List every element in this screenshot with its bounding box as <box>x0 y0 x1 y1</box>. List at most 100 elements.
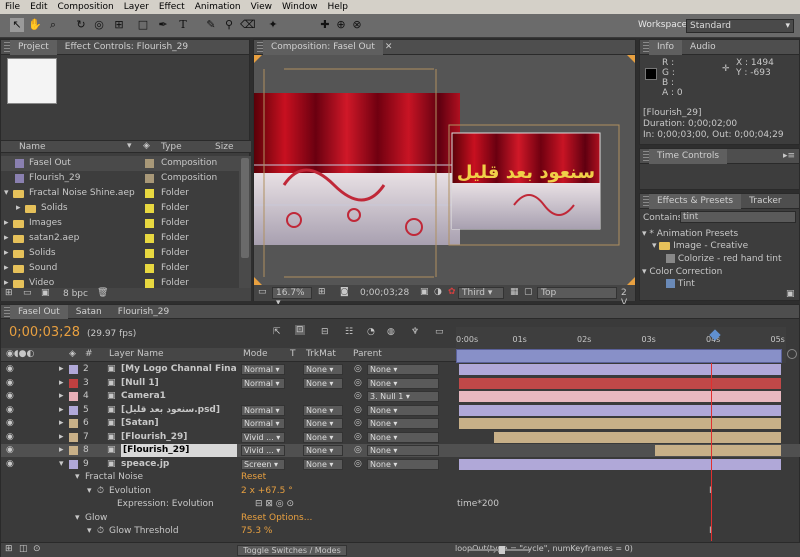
expand-arrow-icon[interactable]: ▾ <box>87 525 92 538</box>
pickwhip-icon[interactable]: ◎ <box>354 377 362 390</box>
comp-markers-icon[interactable]: ▭ <box>435 327 444 337</box>
trkmat-dropdown[interactable]: None ▾ <box>303 364 343 375</box>
column-name[interactable]: Name <box>19 142 46 152</box>
motion-blur-icon[interactable]: ◔ <box>367 327 375 337</box>
column-size[interactable]: Size <box>215 142 233 152</box>
pickwhip-icon[interactable]: ◎ <box>354 431 362 444</box>
property-value[interactable]: 75.3 % <box>241 525 272 538</box>
layer-duration-bar[interactable] <box>459 404 781 416</box>
pickwhip-icon[interactable]: ◎ <box>354 444 362 457</box>
parent-dropdown[interactable]: None ▾ <box>367 404 439 416</box>
menu-file[interactable]: File <box>0 2 25 12</box>
eye-icon[interactable]: ◉ <box>6 458 14 471</box>
new-folder-icon[interactable]: ▣ <box>786 289 795 299</box>
view-select[interactable]: Top <box>537 287 617 299</box>
label-color-swatch[interactable] <box>69 365 78 374</box>
layer-duration-bar[interactable] <box>655 445 781 456</box>
pickwhip-icon[interactable]: ◎ <box>354 458 362 471</box>
rgb-icon[interactable]: ✿ <box>448 287 456 297</box>
resolution-select[interactable]: Third ▾ <box>458 287 504 299</box>
preset-colorize[interactable]: Colorize - red hand tint <box>666 254 781 264</box>
region-icon[interactable]: ▢ <box>524 287 533 297</box>
expand-arrow-icon[interactable]: ▸ <box>59 444 64 457</box>
property-row[interactable]: ▾⏱Glow Threshold75.3 %I <box>1 525 800 538</box>
list-item[interactable]: ▸ Sound Folder <box>1 261 239 276</box>
pickwhip-icon[interactable]: ◎ <box>354 363 362 376</box>
eye-icon[interactable]: ◉ <box>6 390 14 403</box>
property-value[interactable]: Reset <box>241 512 266 525</box>
layer-duration-bar[interactable] <box>459 364 781 375</box>
camera-icon[interactable]: ▣ <box>420 287 429 297</box>
expand-arrow-icon[interactable]: ▸ <box>59 363 64 376</box>
parent-dropdown[interactable]: None ▾ <box>367 458 439 470</box>
graph-editor-icon[interactable]: ♆ <box>411 327 419 337</box>
toggle-switches-icon[interactable]: ⊞ <box>5 544 13 554</box>
column-parent[interactable]: Parent <box>353 349 382 359</box>
effect-tint[interactable]: Tint <box>666 279 695 289</box>
layer-row[interactable]: ◉ ▸ 7 ▣ [Flourish_29] Vivid ... ▾ None ▾ ◎ None … <box>1 431 800 444</box>
eye-icon[interactable]: ◉ <box>6 377 14 390</box>
tab-effect-controls[interactable]: Effect Controls: Flourish_29 <box>57 40 196 55</box>
label-color-swatch[interactable] <box>69 378 78 388</box>
pan-behind-tool-icon[interactable]: ⊞ <box>112 18 126 32</box>
eye-icon[interactable]: ◉ <box>6 444 14 457</box>
stopwatch-icon[interactable]: ⏱ <box>97 485 104 498</box>
list-item[interactable]: ▾ Fractal Noise Shine.aep Folder <box>1 186 239 201</box>
trkmat-dropdown[interactable]: None ▾ <box>303 418 343 429</box>
expand-arrow-icon[interactable]: ▸ <box>59 377 64 390</box>
stopwatch-icon[interactable]: ⏱ <box>97 525 104 538</box>
menu-layer[interactable]: Layer <box>119 2 154 12</box>
contains-search-input[interactable]: tint <box>680 211 796 223</box>
expand-arrow-icon[interactable]: ▸ <box>4 261 9 276</box>
list-item[interactable]: ▸ Solids Folder <box>1 201 239 216</box>
zoom-slider[interactable] <box>469 546 529 554</box>
list-item[interactable]: Fasel Out Composition <box>1 156 239 171</box>
eye-icon[interactable]: ◉ <box>6 363 14 376</box>
brush-tool-icon[interactable]: ✎ <box>204 18 218 32</box>
world-axis-icon[interactable]: ⊕ <box>334 18 348 32</box>
tab-composition-fasel-out[interactable]: Composition: Fasel Out <box>263 39 383 55</box>
expand-arrow-icon[interactable]: ▸ <box>4 231 9 246</box>
draft-3d-icon[interactable]: ⊡ <box>295 325 305 335</box>
trkmat-dropdown[interactable]: None ▾ <box>303 404 343 416</box>
expand-arrow-icon[interactable]: ▸ <box>59 417 64 430</box>
tab-tracker[interactable]: Tracker <box>741 194 789 209</box>
rectangle-tool-icon[interactable]: □ <box>136 18 150 32</box>
toggle-switches-modes-button[interactable]: Toggle Switches / Modes <box>237 545 347 556</box>
project-scrollbar[interactable] <box>239 156 251 288</box>
hand-tool-icon[interactable]: ✋ <box>28 18 42 32</box>
menu-edit[interactable]: Edit <box>25 2 52 12</box>
frame-blending-icon[interactable]: ☷ <box>345 327 353 337</box>
trash-icon[interactable]: 🗑 <box>97 288 108 298</box>
parent-dropdown[interactable]: None ▾ <box>367 445 439 456</box>
toggle-transfer-icon[interactable]: ◫ <box>19 544 28 554</box>
expand-arrow-icon[interactable]: ▾ <box>87 485 92 498</box>
transparency-grid-icon[interactable]: ▦ <box>510 287 519 297</box>
close-icon[interactable]: ✕ <box>385 42 393 52</box>
tab-info[interactable]: Info <box>649 39 683 55</box>
trkmat-dropdown[interactable]: None ▾ <box>303 431 343 443</box>
timeline-zoom-icon[interactable] <box>787 349 797 359</box>
property-row[interactable]: ▾ Glow Reset Options... <box>1 512 800 525</box>
layer-name[interactable]: speace.jp <box>121 458 237 471</box>
selection-tool-icon[interactable]: ↖ <box>10 18 24 32</box>
mode-dropdown[interactable]: Normal ▾ <box>241 404 285 416</box>
property-options[interactable]: Options... <box>269 512 312 525</box>
menu-animation[interactable]: Animation <box>190 2 246 12</box>
menu-composition[interactable]: Composition <box>53 2 119 12</box>
snapshot-icon[interactable]: ◙ <box>340 287 349 297</box>
mode-dropdown[interactable]: Vivid ... ▾ <box>241 431 285 443</box>
trkmat-dropdown[interactable]: None ▾ <box>303 458 343 470</box>
always-preview-icon[interactable]: ▭ <box>258 287 267 297</box>
pickwhip-icon[interactable]: ◎ <box>354 417 362 430</box>
type-tool-icon[interactable]: T <box>176 18 190 32</box>
property-value[interactable]: 2 x +67.5 ° <box>241 485 293 498</box>
layer-name[interactable]: [Flourish_29] <box>121 444 237 457</box>
workspace-select[interactable]: Standard ▾ <box>686 19 794 33</box>
brainstorm-icon[interactable]: ◍ <box>387 327 395 337</box>
expand-arrow-icon[interactable]: ▸ <box>4 276 9 288</box>
trkmat-dropdown[interactable]: None ▾ <box>303 377 343 389</box>
label-color-swatch[interactable] <box>69 392 78 401</box>
property-row[interactable]: ▾⏱Evolution2 x +67.5 °I <box>1 485 800 498</box>
layer-name[interactable]: [My Logo Channal Final c <box>121 363 237 376</box>
